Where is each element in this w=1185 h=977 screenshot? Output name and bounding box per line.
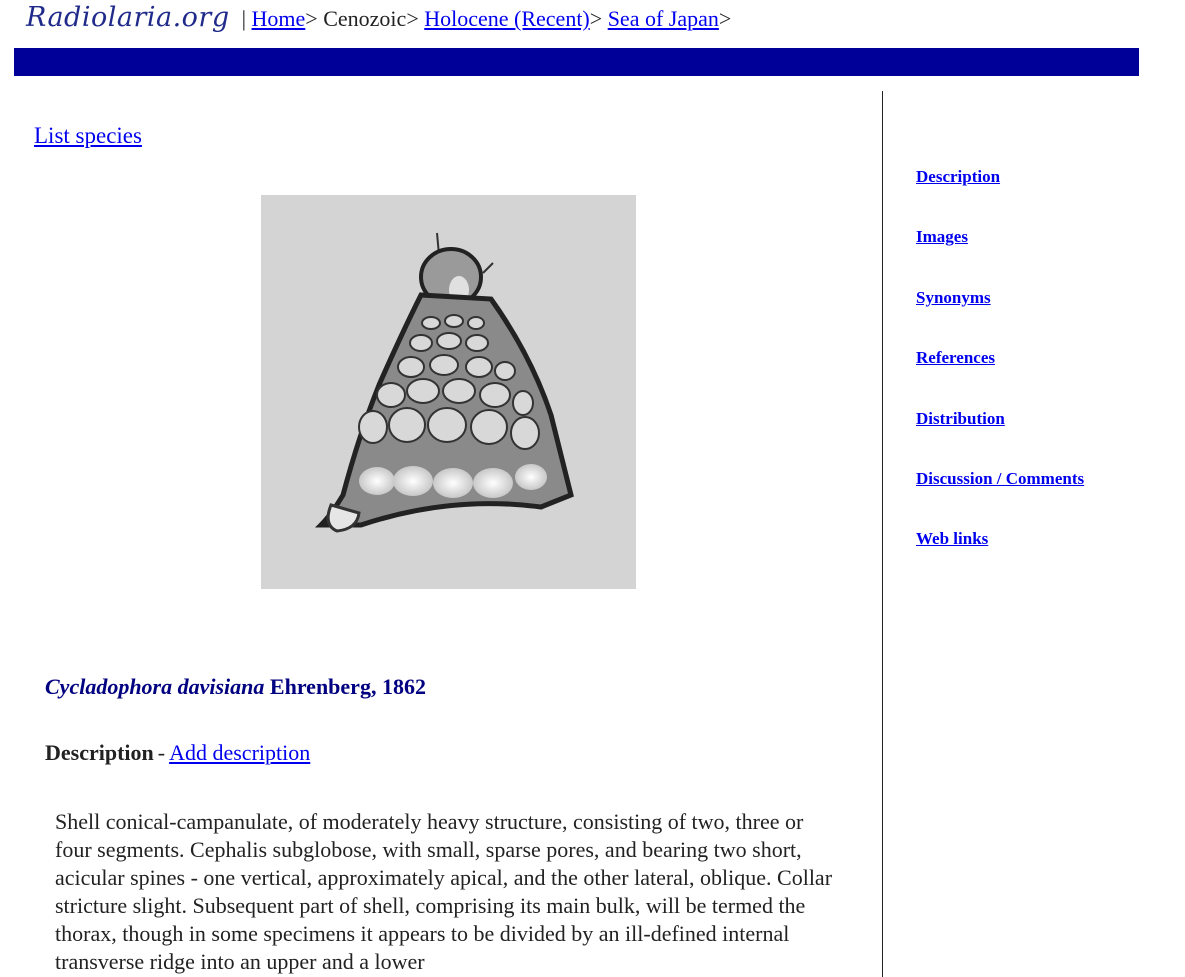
description-text: Shell conical-campanulate, of moderately… <box>55 809 833 974</box>
column-divider <box>882 91 883 977</box>
breadcrumb-home-link[interactable]: Home <box>252 6 306 31</box>
description-label: Description <box>45 740 154 765</box>
nav-images-link[interactable]: Images <box>916 226 1084 286</box>
nav-web-links-link[interactable]: Web links <box>916 528 1084 588</box>
section-nav: Description Images Synonyms References D… <box>916 166 1084 589</box>
header-bar <box>14 48 1139 76</box>
specimen-image[interactable] <box>261 195 636 589</box>
breadcrumb-holocene-link[interactable]: Holocene (Recent) <box>424 6 590 31</box>
breadcrumb-arrow: > <box>305 6 318 31</box>
breadcrumb-arrow: > <box>406 6 419 31</box>
nav-distribution-link[interactable]: Distribution <box>916 408 1084 468</box>
description-heading: Description - Add description <box>45 740 310 766</box>
breadcrumb: | Home> Cenozoic> Holocene (Recent)> Sea… <box>242 6 732 32</box>
breadcrumb-cenozoic: Cenozoic <box>323 6 407 31</box>
nav-synonyms-link[interactable]: Synonyms <box>916 287 1084 347</box>
list-species-link[interactable]: List species <box>34 123 142 149</box>
nav-description-link[interactable]: Description <box>916 166 1084 226</box>
header: Radiolaria.org | Home> Cenozoic> Holocen… <box>26 0 731 40</box>
add-description-link[interactable]: Add description <box>169 740 310 765</box>
species-name: Cycladophora davisiana <box>45 674 265 699</box>
site-logo[interactable]: Radiolaria.org <box>26 2 230 33</box>
species-title: Cycladophora davisiana Ehrenberg, 1862 <box>45 674 426 700</box>
breadcrumb-arrow: > <box>589 6 603 31</box>
radiolarian-illustration <box>314 232 574 533</box>
description-dash: - <box>157 740 166 765</box>
nav-references-link[interactable]: References <box>916 347 1084 407</box>
breadcrumb-sea-link[interactable]: Sea of Japan <box>608 6 719 31</box>
breadcrumb-separator: | <box>241 6 247 31</box>
species-author: Ehrenberg, 1862 <box>269 674 426 699</box>
breadcrumb-arrow: > <box>718 6 732 31</box>
nav-discussion-link[interactable]: Discussion / Comments <box>916 468 1084 528</box>
